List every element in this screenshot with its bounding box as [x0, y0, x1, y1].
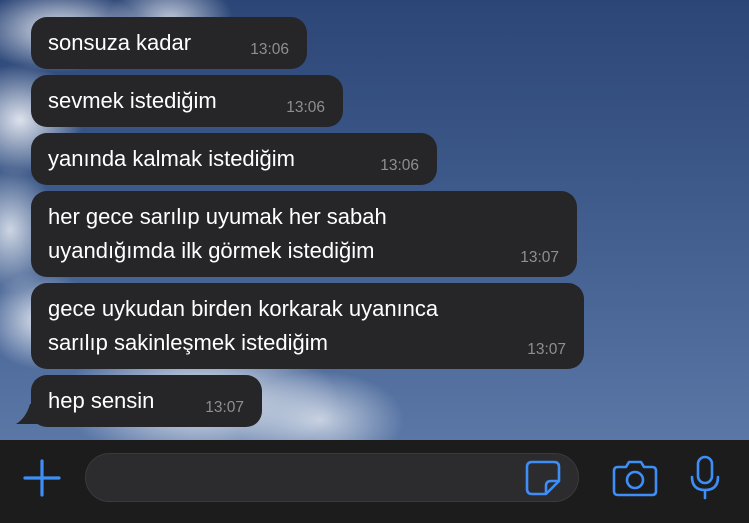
message-time: 13:07 [520, 249, 559, 266]
message-bubble[interactable]: hep sensin 13:07 [31, 375, 262, 427]
message-text: hep sensin [48, 388, 155, 413]
message-time: 13:06 [286, 99, 325, 116]
message-text: sonsuza kadar [48, 30, 192, 55]
message-bubble[interactable]: her gece sarılıp uyumak her sabah uyandı… [31, 191, 577, 277]
message-bubble[interactable]: sevmek istediğim 13:06 [31, 75, 343, 127]
message-bubble[interactable]: sonsuza kadar 13:06 [31, 17, 307, 69]
microphone-icon[interactable] [688, 455, 722, 501]
message-text: her gece sarılıp uyumak her sabah uyandı… [48, 204, 387, 263]
message-time: 13:07 [205, 399, 244, 416]
message-time: 13:07 [527, 341, 566, 358]
sticker-icon[interactable] [524, 459, 562, 497]
message-text: sevmek istediğim [48, 88, 217, 113]
message-input[interactable] [85, 453, 579, 502]
plus-icon[interactable] [22, 458, 62, 498]
message-bubble[interactable]: yanında kalmak istediğim 13:06 [31, 133, 437, 185]
camera-icon[interactable] [612, 459, 658, 497]
message-time: 13:06 [250, 41, 289, 58]
message-text: gece uykudan birden korkarak uyanınca sa… [48, 296, 439, 355]
message-bubble[interactable]: gece uykudan birden korkarak uyanınca sa… [31, 283, 584, 369]
message-text: yanında kalmak istediğim [48, 146, 296, 171]
message-time: 13:06 [380, 157, 419, 174]
chat-background: sonsuza kadar 13:06 sevmek istediğim 13:… [0, 0, 749, 440]
